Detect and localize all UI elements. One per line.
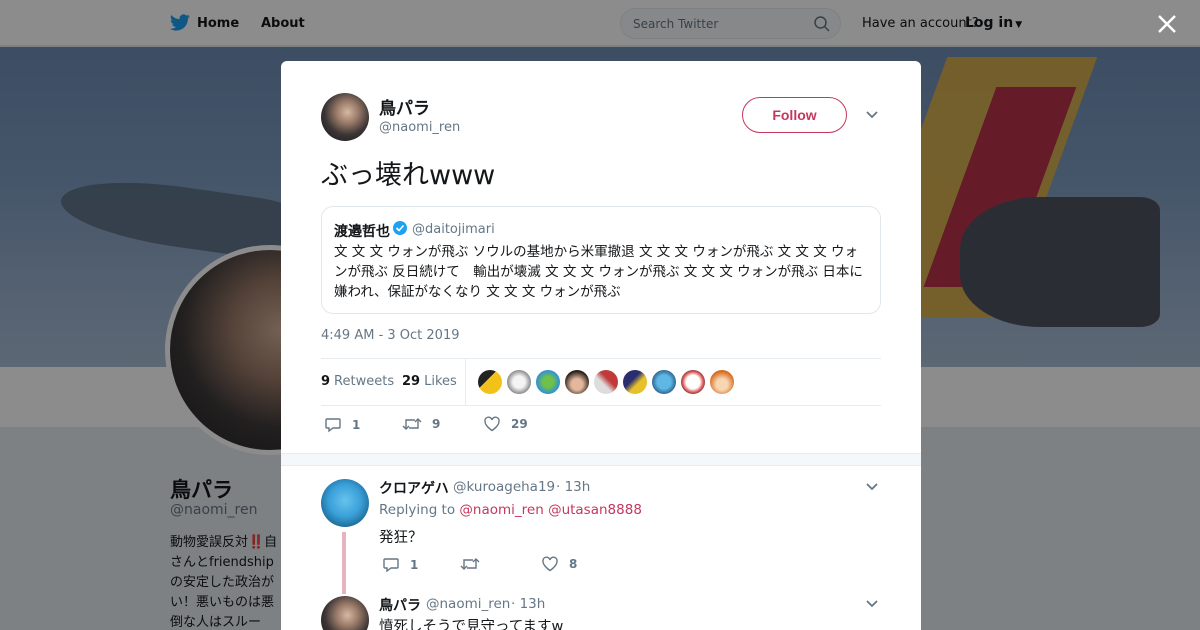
replies-divider: [281, 453, 921, 466]
retweets-stat[interactable]: 9 Retweets: [321, 374, 394, 389]
quoted-author-handle: @daitojimari: [412, 222, 495, 237]
retweet-icon: [460, 558, 480, 570]
mention-link[interactable]: @utasan8888: [548, 502, 642, 518]
chevron-down-icon[interactable]: [865, 599, 879, 609]
retweet-count: 9: [432, 417, 441, 431]
reply-time[interactable]: · 13h: [556, 479, 590, 495]
chevron-down-icon[interactable]: [865, 110, 879, 120]
reply-count: 1: [410, 558, 419, 572]
tweet-stats: 9 Retweets 29 Likes: [321, 358, 881, 406]
reply-button[interactable]: 1: [324, 416, 360, 434]
heart-icon: [542, 556, 558, 572]
retweets-count: 9: [321, 374, 331, 389]
reply-author-name[interactable]: クロアゲハ: [379, 478, 449, 498]
reply-time[interactable]: · 13h: [511, 596, 545, 612]
thread-line: [342, 532, 346, 594]
reply-tweet[interactable]: 鳥パラ @naomi_ren · 13h 憤死しそうで見守ってますw: [281, 593, 921, 630]
tweet-actions: 1 9 29: [321, 416, 881, 440]
quoted-tweet[interactable]: 渡邉哲也 @daitojimari 文 文 文 ウォンが飛ぶ ソウルの基地から米…: [321, 206, 881, 314]
liker-avatar[interactable]: [565, 370, 589, 394]
reply-author-name[interactable]: 鳥パラ: [379, 595, 421, 615]
like-button[interactable]: 8: [541, 556, 577, 572]
reply-tweet[interactable]: クロアゲハ @kuroageha19 · 13h Replying to @na…: [281, 476, 921, 596]
liker-avatar[interactable]: [536, 370, 560, 394]
reply-author-handle[interactable]: @naomi_ren: [426, 596, 510, 612]
liker-avatar[interactable]: [681, 370, 705, 394]
likes-label: Likes: [424, 374, 457, 389]
liker-avatar[interactable]: [623, 370, 647, 394]
liker-avatar[interactable]: [507, 370, 531, 394]
reply-icon: [383, 558, 399, 573]
like-button[interactable]: 29: [483, 416, 528, 432]
chevron-down-icon[interactable]: [865, 482, 879, 492]
mention-link[interactable]: @naomi_ren: [459, 502, 543, 518]
liker-avatar[interactable]: [710, 370, 734, 394]
follow-button[interactable]: Follow: [742, 97, 847, 133]
reply-author-avatar[interactable]: [321, 596, 369, 630]
likes-stat[interactable]: 29 Likes: [402, 374, 457, 389]
reply-text: 憤死しそうで見守ってますw: [379, 619, 564, 630]
close-icon[interactable]: [1155, 12, 1179, 36]
liker-avatar[interactable]: [652, 370, 676, 394]
liker-avatar[interactable]: [594, 370, 618, 394]
retweets-label: Retweets: [334, 374, 395, 389]
like-count: 8: [569, 557, 578, 571]
like-count: 29: [511, 417, 528, 431]
reply-count: 1: [352, 418, 361, 432]
tweet-text: ぶっ壊れwww: [321, 160, 496, 191]
reply-text: 発狂？: [379, 530, 423, 546]
retweet-button[interactable]: [460, 556, 480, 572]
retweet-icon: [402, 418, 422, 430]
quoted-tweet-text: 文 文 文 ウォンが飛ぶ ソウルの基地から米軍撤退 文 文 文 ウォンが飛ぶ 文…: [334, 244, 863, 300]
heart-icon: [484, 416, 500, 432]
stats-divider: [465, 359, 466, 405]
retweet-button[interactable]: 9: [402, 416, 440, 432]
replying-prefix: Replying to: [379, 502, 456, 518]
reply-author-handle[interactable]: @kuroageha19: [453, 479, 555, 495]
reply-icon: [325, 418, 341, 433]
tweet-timestamp[interactable]: 4:49 AM - 3 Oct 2019: [321, 328, 460, 343]
verified-badge-icon: [393, 221, 407, 235]
author-name[interactable]: 鳥パラ: [379, 94, 430, 119]
tweet-modal: 鳥パラ @naomi_ren Follow ぶっ壊れwww 渡邉哲也 @dait…: [281, 61, 921, 630]
author-handle[interactable]: @naomi_ren: [379, 120, 460, 135]
author-avatar[interactable]: [321, 93, 369, 141]
quoted-author-name: 渡邉哲也: [334, 224, 390, 240]
likes-count: 29: [402, 374, 421, 389]
replying-to: Replying to @naomi_ren @utasan8888: [379, 502, 642, 518]
reply-author-avatar[interactable]: [321, 479, 369, 527]
reply-button[interactable]: 1: [382, 556, 418, 574]
liker-avatar[interactable]: [478, 370, 502, 394]
